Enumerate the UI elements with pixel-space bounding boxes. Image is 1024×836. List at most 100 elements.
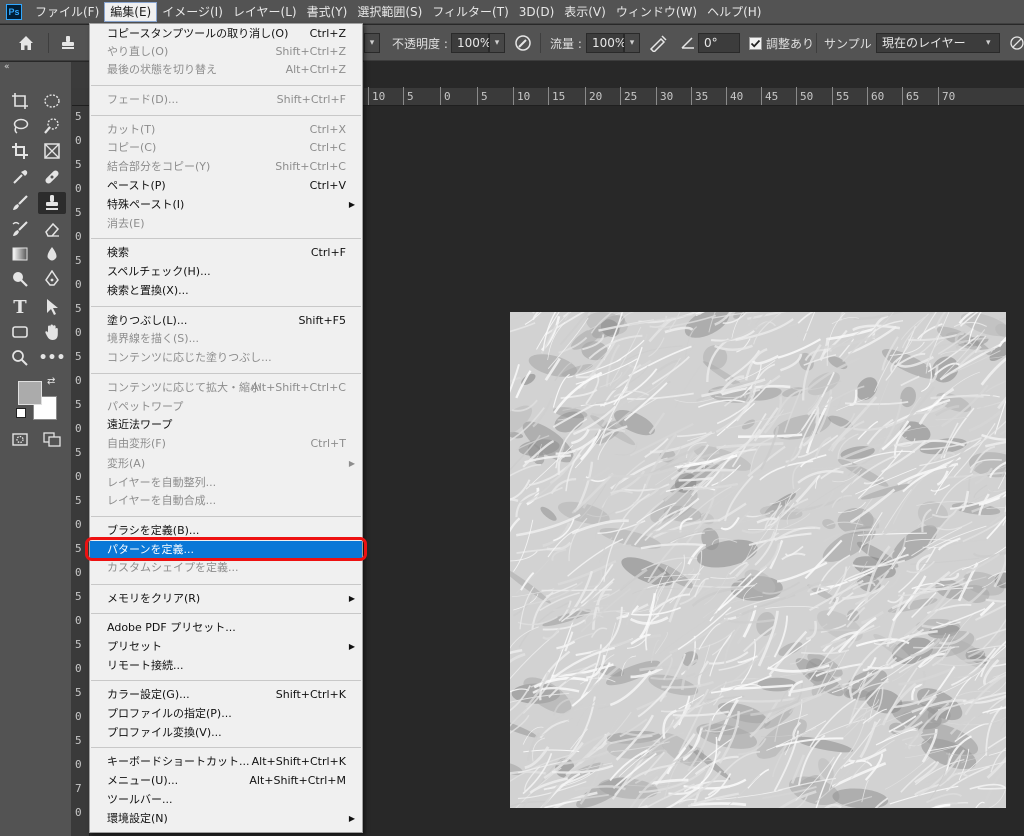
more-tools-icon[interactable]: ••• <box>39 347 66 369</box>
menu-item-spell-check[interactable]: スペルチェック(H)... <box>90 263 362 281</box>
lasso-tool-icon[interactable] <box>8 115 32 137</box>
ruler-tick-label: 5 <box>75 110 82 123</box>
menu-item-color-settings[interactable]: カラー設定(G)... Shift+Ctrl+K <box>90 686 362 704</box>
menu-window[interactable]: ウィンドウ(W) <box>611 2 702 22</box>
menu-item-label: 変形(A) <box>107 457 146 470</box>
path-selection-tool-icon[interactable] <box>40 296 64 318</box>
menu-layer[interactable]: レイヤー(L) <box>228 2 302 22</box>
angle-input[interactable]: 0° <box>698 33 740 53</box>
ruler-tick-label: 0 <box>444 90 451 103</box>
marquee-tool-icon[interactable] <box>40 90 64 112</box>
ruler-tick-label: 0 <box>75 374 82 387</box>
ruler-tick-label: 5 <box>75 398 82 411</box>
frame-tool-icon[interactable] <box>40 140 64 162</box>
menu-edit[interactable]: 編集(E) <box>104 1 158 22</box>
airbrush-icon[interactable] <box>648 25 668 61</box>
menu-help[interactable]: ヘルプ(H) <box>702 2 766 22</box>
menu-item-search[interactable]: 検索 Ctrl+F <box>90 244 362 262</box>
gradient-tool-icon[interactable] <box>8 243 32 265</box>
quick-mask-icon[interactable] <box>8 428 32 450</box>
menu-item-undo[interactable]: コピースタンプツールの取り消し(O) Ctrl+Z <box>90 25 362 43</box>
menu-image[interactable]: イメージ(I) <box>157 2 228 22</box>
menu-item-convert-to-profile[interactable]: プロファイル変換(V)... <box>90 724 362 742</box>
menu-item-remote-connections[interactable]: リモート接続... <box>90 657 362 675</box>
menu-item-shortcut: Shift+Ctrl+C <box>275 160 346 173</box>
hand-tool-icon[interactable] <box>40 321 64 343</box>
artboard-tool-icon[interactable] <box>8 90 32 112</box>
menu-item-stroke: 境界線を描く(S)... <box>90 330 362 348</box>
clone-stamp-preset-icon[interactable] <box>60 25 76 61</box>
brush-tool-icon[interactable] <box>8 192 32 214</box>
menu-select[interactable]: 選択範囲(S) <box>352 2 427 22</box>
menu-item-preferences[interactable]: 環境設定(N) ▶ <box>90 810 362 828</box>
menu-item-perspective-warp[interactable]: 遠近法ワープ <box>90 416 362 434</box>
default-colors-icon[interactable] <box>16 408 26 418</box>
menu-item-find-replace[interactable]: 検索と置換(X)... <box>90 282 362 300</box>
flow-label: 流量 : <box>550 36 582 51</box>
mode-dropdown-arrow-icon[interactable]: ▾ <box>364 33 380 53</box>
document-canvas[interactable] <box>510 312 1006 808</box>
sample-chevron-down-icon[interactable]: ▾ <box>986 25 991 61</box>
flow-input[interactable]: 100% <box>586 33 626 53</box>
menu-item-transform: 変形(A) ▶ <box>90 455 362 473</box>
menu-item-shortcut: Ctrl+V <box>309 179 346 192</box>
ruler-tick-label: 25 <box>624 90 638 103</box>
blur-tool-icon[interactable] <box>40 243 64 265</box>
menu-item-shortcut: Alt+Shift+Ctrl+M <box>249 774 346 787</box>
ruler-tick-label: 15 <box>552 90 566 103</box>
ruler-tick <box>440 87 441 105</box>
eraser-tool-icon[interactable] <box>40 218 64 240</box>
eyedropper-tool-icon[interactable] <box>8 166 32 188</box>
collapse-panel-icon[interactable]: « <box>4 62 10 72</box>
menu-item-presets[interactable]: プリセット ▶ <box>90 638 362 656</box>
quick-selection-tool-icon[interactable] <box>40 115 64 137</box>
menu-item-define-pattern[interactable]: パターンを定義... <box>90 541 362 559</box>
menu-item-purge[interactable]: メモリをクリア(R) ▶ <box>90 590 362 608</box>
menu-3d[interactable]: 3D(D) <box>514 2 559 22</box>
ruler-tick-label: 5 <box>481 90 488 103</box>
menu-item-fill[interactable]: 塗りつぶし(L)... Shift+F5 <box>90 312 362 330</box>
opacity-dropdown-arrow-icon[interactable]: ▾ <box>489 33 505 53</box>
type-tool-icon[interactable]: T <box>8 296 32 318</box>
pressure-opacity-icon[interactable] <box>514 25 532 61</box>
ruler-tick-label: 7 <box>75 782 82 795</box>
menu-item-label: パターンを定義... <box>107 543 194 556</box>
menu-item-toolbar[interactable]: ツールバー... <box>90 791 362 809</box>
menu-item-paste-special[interactable]: 特殊ペースト(I) ▶ <box>90 196 362 214</box>
ruler-tick-label: 5 <box>407 90 414 103</box>
menu-filter[interactable]: フィルター(T) <box>427 2 513 22</box>
sample-select[interactable]: 現在のレイヤー <box>876 33 1000 53</box>
menu-view[interactable]: 表示(V) <box>559 2 611 22</box>
screen-mode-icon[interactable] <box>40 428 64 450</box>
crop-tool-icon[interactable] <box>8 140 32 162</box>
menu-item-shortcut: Ctrl+Z <box>309 27 346 40</box>
menu-item-menus[interactable]: メニュー(U)... Alt+Shift+Ctrl+M <box>90 772 362 790</box>
menu-type[interactable]: 書式(Y) <box>302 2 353 22</box>
menu-file[interactable]: ファイル(F) <box>30 2 104 22</box>
ignore-adjustment-layers-icon[interactable] <box>1010 25 1024 61</box>
menu-item-toggle-last-state: 最後の状態を切り替え Alt+Ctrl+Z <box>90 61 362 79</box>
menu-item-assign-profile[interactable]: プロファイルの指定(P)... <box>90 705 362 723</box>
menu-separator <box>91 373 361 374</box>
aligned-checkbox[interactable] <box>749 25 762 61</box>
menu-item-paste[interactable]: ペースト(P) Ctrl+V <box>90 177 362 195</box>
menu-item-label: 特殊ペースト(I) <box>107 198 185 211</box>
healing-brush-tool-icon[interactable] <box>40 166 64 188</box>
pen-tool-icon[interactable] <box>40 268 64 290</box>
foreground-color-swatch[interactable] <box>18 381 42 405</box>
flow-dropdown-arrow-icon[interactable]: ▾ <box>624 33 640 53</box>
history-brush-tool-icon[interactable] <box>8 218 32 240</box>
menu-item-label: コピー(C) <box>107 141 157 154</box>
menu-item-adobe-pdf-presets[interactable]: Adobe PDF プリセット... <box>90 619 362 637</box>
menu-item-define-brush[interactable]: ブラシを定義(B)... <box>90 522 362 540</box>
rectangle-tool-icon[interactable] <box>8 321 32 343</box>
dodge-tool-icon[interactable] <box>8 268 32 290</box>
zoom-tool-icon[interactable] <box>8 347 32 369</box>
clone-stamp-tool-icon[interactable] <box>38 192 66 214</box>
home-icon[interactable] <box>18 25 34 61</box>
ruler-tick-label: 5 <box>75 302 82 315</box>
opacity-input[interactable]: 100% <box>451 33 491 53</box>
ruler-tick <box>832 87 833 105</box>
swap-colors-icon[interactable]: ⇄ <box>47 376 55 387</box>
menu-item-keyboard-shortcuts[interactable]: キーボードショートカット... Alt+Shift+Ctrl+K <box>90 753 362 771</box>
